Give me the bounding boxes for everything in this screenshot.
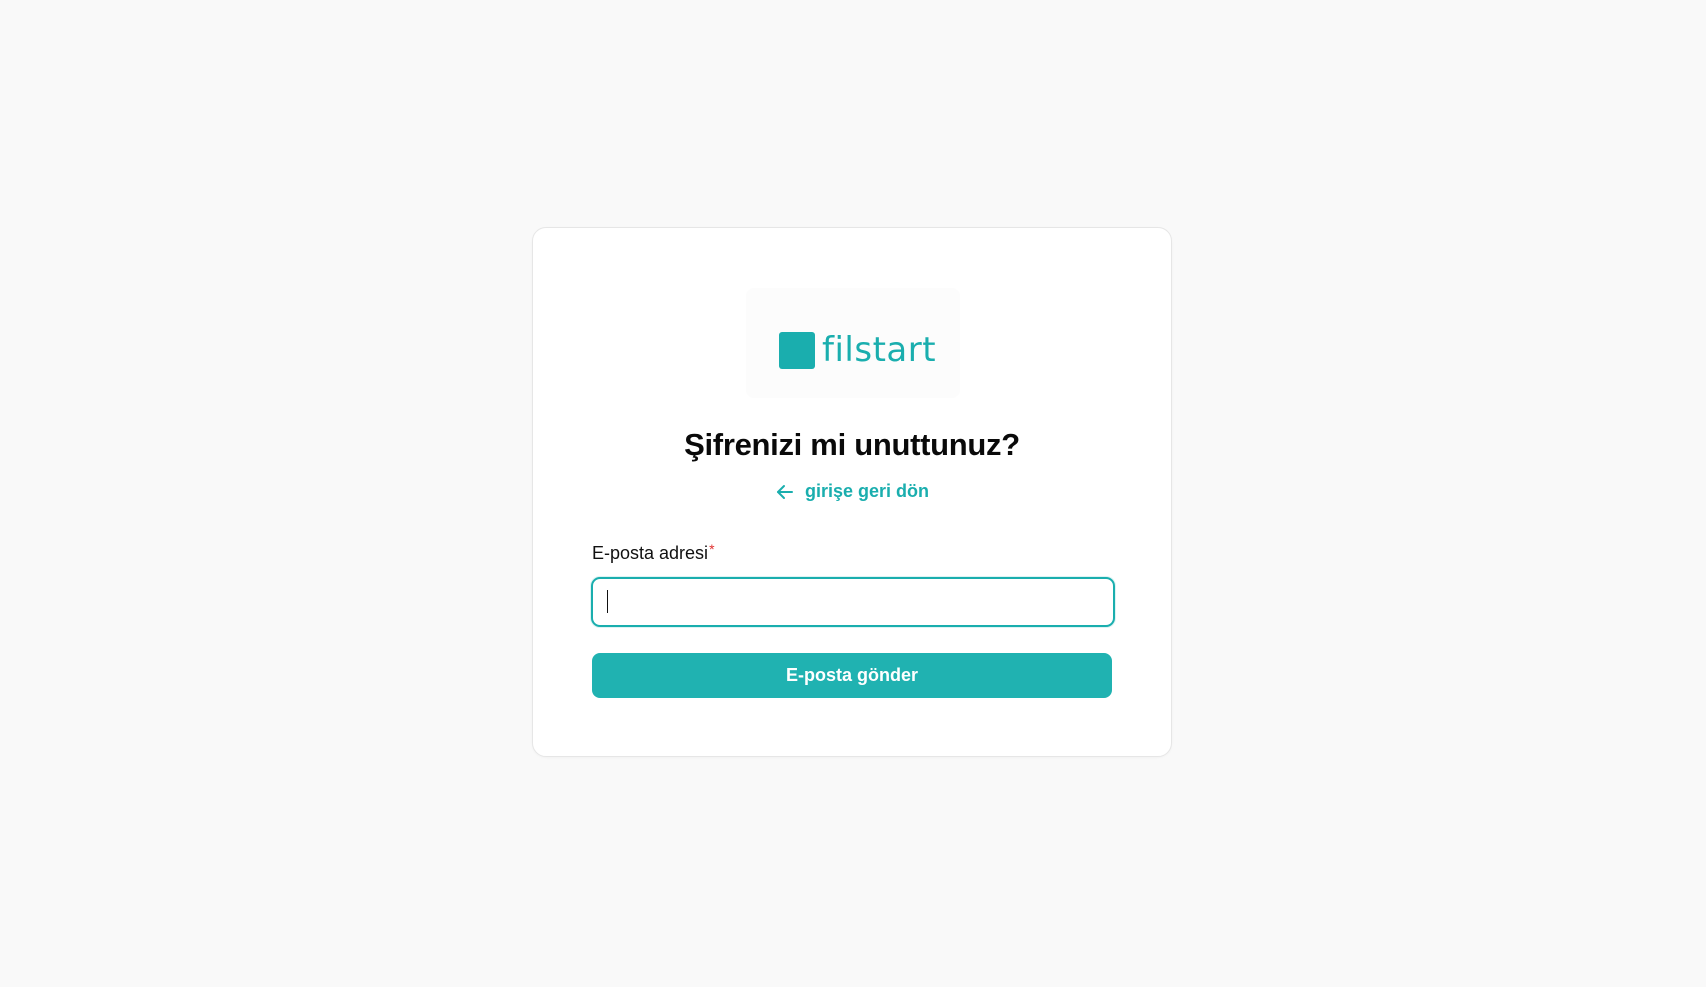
brand-logo: filstart: [746, 288, 960, 398]
forgot-password-card: filstart Şifrenizi mi unuttunuz? girişe …: [532, 227, 1172, 757]
logo-wordmark: filstart: [822, 330, 937, 370]
email-label-text: E-posta adresi: [592, 543, 709, 563]
email-label: E-posta adresi*: [592, 541, 715, 565]
send-email-button[interactable]: E-posta gönder: [592, 653, 1112, 698]
email-field[interactable]: [591, 577, 1115, 627]
back-to-login-link[interactable]: girişe geri dön: [533, 481, 1171, 502]
back-link-label: girişe geri dön: [804, 481, 930, 501]
logo-square-icon: [779, 332, 815, 369]
page-title: Şifrenizi mi unuttunuz?: [684, 427, 1020, 462]
text-caret: [607, 590, 608, 613]
required-marker: *: [709, 541, 715, 557]
arrow-left-icon: [776, 484, 793, 499]
